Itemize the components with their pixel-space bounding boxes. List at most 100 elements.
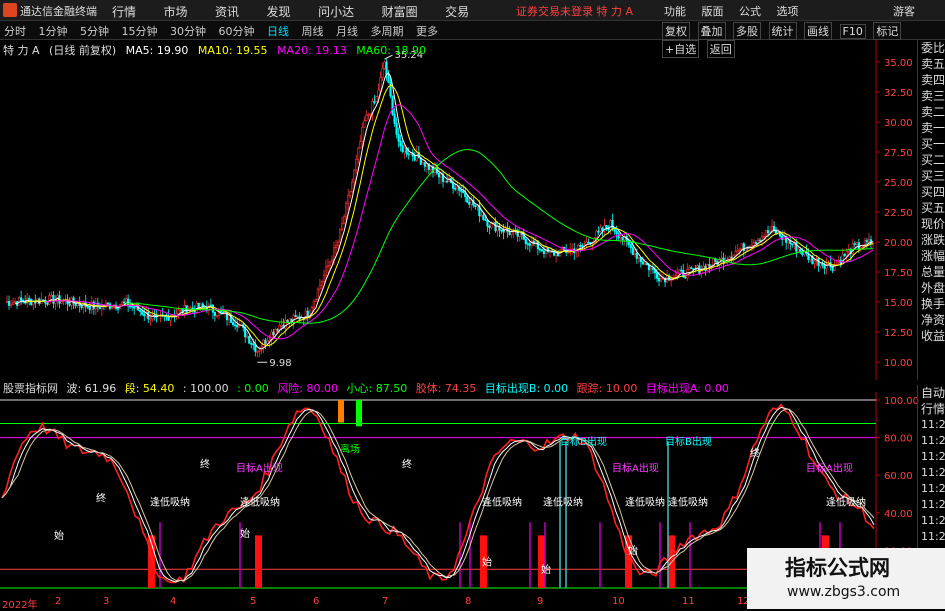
side-item-17[interactable]: 净资 xyxy=(918,312,945,328)
candle-body xyxy=(867,239,871,243)
side-item-2[interactable]: 卖四 xyxy=(918,72,945,88)
candle-body xyxy=(68,303,71,306)
side-item-16[interactable]: 换手 xyxy=(918,296,945,312)
side-item-7[interactable]: 买二 xyxy=(918,152,945,168)
tab-15min[interactable]: 15分钟 xyxy=(122,23,158,39)
menu-exchange[interactable]: 市场 xyxy=(164,3,188,20)
candle-body xyxy=(482,215,485,220)
candle-body xyxy=(605,225,608,229)
signal-label: 始 xyxy=(482,555,492,568)
candle-body xyxy=(766,230,770,234)
adjust-mode: (日线 前复权) xyxy=(49,44,117,57)
side-item-14[interactable]: 总量 xyxy=(918,264,945,280)
candle-body xyxy=(179,308,182,311)
side-item-4[interactable]: 卖二 xyxy=(918,104,945,120)
side-item-6[interactable]: 买一 xyxy=(918,136,945,152)
candle-body xyxy=(272,331,275,336)
candle-body xyxy=(486,219,489,227)
side-item-1[interactable]: 卖五 xyxy=(918,56,945,72)
tab-multi-period[interactable]: 多周期 xyxy=(371,23,404,39)
candle-body xyxy=(494,221,497,232)
menu-trade[interactable]: 交易 xyxy=(445,3,469,20)
tab-weekly[interactable]: 周线 xyxy=(302,23,324,39)
candle-body xyxy=(680,269,683,272)
side-item-5[interactable]: 卖一 xyxy=(918,120,945,136)
tab-30min[interactable]: 30分钟 xyxy=(170,23,206,39)
candle-body xyxy=(397,134,400,142)
side-item-11[interactable]: 现价 xyxy=(918,216,945,232)
candle-body xyxy=(734,251,737,256)
candle-body xyxy=(615,230,618,234)
side-item-8[interactable]: 买三 xyxy=(918,168,945,184)
menu-wealth[interactable]: 财富圈 xyxy=(382,3,418,20)
date-tick: 6 xyxy=(313,596,320,607)
candle-body xyxy=(365,114,368,122)
multi-stock-button[interactable]: 多股 xyxy=(733,22,761,40)
tab-more[interactable]: 更多 xyxy=(416,23,438,39)
side2-item-1[interactable]: 行情 xyxy=(918,401,945,417)
tab-monthly[interactable]: 月线 xyxy=(336,23,358,39)
candle-body xyxy=(595,230,598,239)
side-item-9[interactable]: 买四 xyxy=(918,184,945,200)
candle-body xyxy=(106,302,110,305)
menu-ask[interactable]: 问小达 xyxy=(318,3,354,20)
candle-body xyxy=(631,247,634,255)
signal-label: 终 xyxy=(200,458,210,471)
side-item-3[interactable]: 卖三 xyxy=(918,88,945,104)
candle-body xyxy=(375,96,378,102)
candle-body xyxy=(659,277,663,282)
tick-time: 11:27 xyxy=(921,498,945,511)
mark-button[interactable]: 标记 xyxy=(873,22,902,40)
menu-market[interactable]: 行情 xyxy=(112,3,136,20)
side-item-15[interactable]: 外盘 xyxy=(918,280,945,296)
signal-label: 始 xyxy=(240,527,250,540)
tab-60min[interactable]: 60分钟 xyxy=(219,23,255,39)
guest-label[interactable]: 游客 xyxy=(893,3,915,19)
signal-label: 逢低吸纳 xyxy=(668,495,708,508)
side2-item-0[interactable]: 自动 xyxy=(918,385,945,401)
adjust-button[interactable]: 复权 xyxy=(662,22,690,40)
tab-intraday[interactable]: 分时 xyxy=(4,23,26,39)
side-item-18[interactable]: 收益 xyxy=(918,328,945,344)
menu-options[interactable]: 选项 xyxy=(777,3,799,19)
f10-button[interactable]: F10 xyxy=(839,24,866,39)
overlay-button[interactable]: 叠加 xyxy=(697,22,726,40)
candle-body xyxy=(720,257,723,260)
tab-1min[interactable]: 1分钟 xyxy=(39,23,68,39)
candlestick-chart[interactable]: 35.00 32.50 30.00 27.50 25.00 22.50 20.00 17.50… xyxy=(0,40,945,380)
ind-tick-label: 40.00 xyxy=(884,509,913,520)
menu-news[interactable]: 资讯 xyxy=(215,3,239,20)
login-status[interactable]: 证券交易未登录 特 力 A xyxy=(516,3,633,19)
ma60-value: MA60: 18.90 xyxy=(356,44,426,57)
candle-body xyxy=(403,147,406,153)
candle-body xyxy=(409,152,412,156)
menu-formula[interactable]: 公式 xyxy=(739,3,761,19)
candle-body xyxy=(248,335,251,344)
side-item-13[interactable]: 涨幅 xyxy=(918,248,945,264)
ma20-value: MA20: 19.13 xyxy=(277,44,347,57)
candle-body xyxy=(125,298,128,303)
menu-layout[interactable]: 版面 xyxy=(702,3,724,19)
candle-body xyxy=(496,226,499,232)
candle-body xyxy=(351,181,354,192)
menu-discover[interactable]: 发现 xyxy=(267,3,291,20)
signal-label: 目标A出现 xyxy=(806,461,853,474)
date-tick: 9 xyxy=(537,596,544,607)
stats-button[interactable]: 统计 xyxy=(768,22,797,40)
side-item-0[interactable]: 委比 xyxy=(918,40,945,56)
ind-tick-label: 80.00 xyxy=(884,434,913,445)
draw-line-button[interactable]: 画线 xyxy=(804,22,832,40)
candle-body xyxy=(851,243,854,255)
tab-5min[interactable]: 5分钟 xyxy=(80,23,109,39)
candle-body xyxy=(651,267,655,270)
side-item-12[interactable]: 涨跌 xyxy=(918,232,945,248)
oscillator-slow-line xyxy=(1,408,875,582)
candle-body xyxy=(597,230,600,233)
candle-body xyxy=(324,266,328,276)
candle-body xyxy=(823,264,826,269)
menu-function[interactable]: 功能 xyxy=(664,3,686,19)
candle-body xyxy=(407,153,410,156)
candle-body xyxy=(361,126,364,142)
side-item-10[interactable]: 买五 xyxy=(918,200,945,216)
tab-daily[interactable]: 日线 xyxy=(267,23,289,39)
